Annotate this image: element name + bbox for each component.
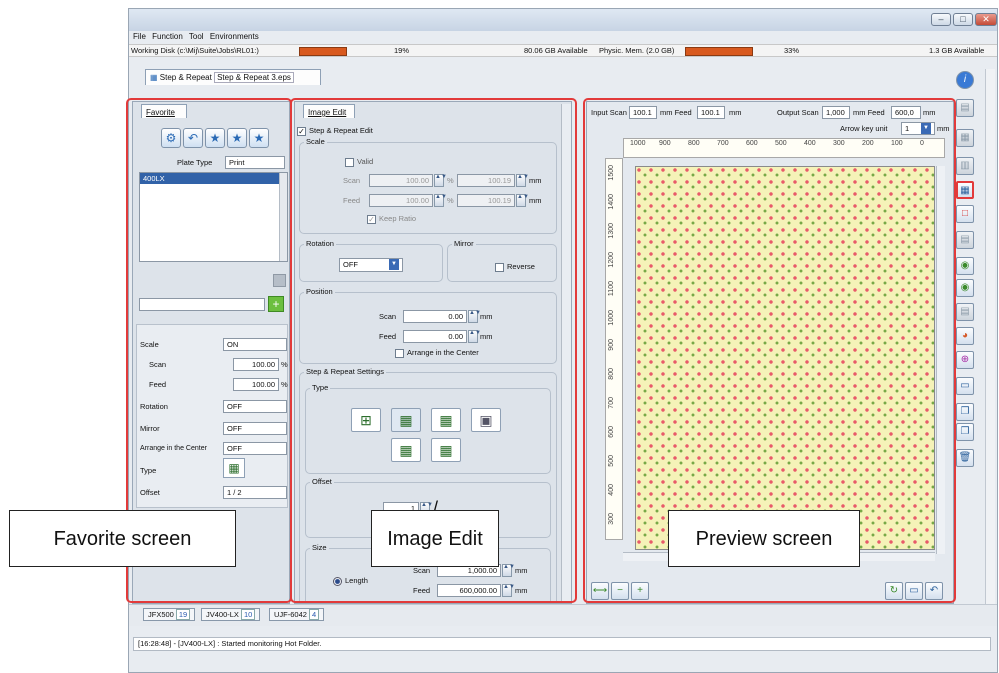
- mem-percent: 33%: [784, 46, 800, 55]
- print-setup-icon[interactable]: ▭: [956, 377, 974, 395]
- printer-tab-jfx500[interactable]: JFX500 19: [143, 608, 196, 621]
- right-toolbar: i ▤ ▦ ▥ ▦ □ ▤ ◉ ◉ ▤ ◕ ⊕ ▭ ❐ ❐ 🗑: [956, 67, 980, 607]
- resource-status: Working Disk (c:\Mij\Suite\Jobs\RL01:) 1…: [129, 44, 997, 57]
- main-scrollbar[interactable]: [985, 69, 995, 605]
- favorite-callout: Favorite screen: [9, 510, 236, 567]
- disk-available: 80.06 GB Available: [524, 46, 588, 55]
- color-wheel-icon[interactable]: ◕: [956, 327, 974, 345]
- job-tab-label: Step & Repeat: [159, 73, 212, 82]
- printer-tab-ujf6042[interactable]: UJF-6042 4: [269, 608, 325, 621]
- paste-icon[interactable]: ❐: [956, 423, 974, 441]
- copy-icon[interactable]: ❐: [956, 403, 974, 421]
- disk-usage-bar: [299, 47, 347, 56]
- printer-name: JV400-LX: [206, 610, 239, 619]
- color-adjust-icon[interactable]: ◉: [956, 257, 974, 275]
- printer-count: 10: [240, 609, 256, 620]
- image-edit-callout: Image Edit: [371, 510, 499, 567]
- menu-file[interactable]: File: [133, 32, 146, 41]
- minimize-button[interactable]: –: [931, 13, 951, 26]
- color-replace-icon[interactable]: ◉: [956, 279, 974, 297]
- mem-usage-bar: [685, 47, 753, 56]
- delete-icon[interactable]: 🗑: [956, 449, 974, 467]
- log-line: [16:28:48] - [JV400-LX] : Started monito…: [133, 637, 991, 651]
- tile-icon[interactable]: ▦: [956, 129, 974, 147]
- menu-function[interactable]: Function: [152, 32, 183, 41]
- layout-icon[interactable]: ▤: [956, 99, 974, 117]
- job-tab-file: Step & Repeat 3.eps: [214, 72, 294, 83]
- title-bar: – □ ✕: [129, 9, 997, 31]
- printer-name: JFX500: [148, 610, 174, 619]
- preview-callout: Preview screen: [668, 510, 860, 567]
- step-repeat-icon: ▦: [150, 73, 158, 82]
- stack-icon[interactable]: ▤: [956, 303, 974, 321]
- printer-tab-row: JFX500 19 JV400-LX 10 UJF-6042 4: [129, 604, 997, 626]
- split-icon[interactable]: ▥: [956, 157, 974, 175]
- spot-color-icon[interactable]: ⊕: [956, 351, 974, 369]
- working-disk-label: Working Disk (c:\Mij\Suite\Jobs\RL01:): [131, 46, 259, 55]
- menu-environments[interactable]: Environments: [210, 32, 259, 41]
- printer-count: 4: [308, 609, 320, 620]
- info-icon[interactable]: i: [956, 71, 974, 89]
- printer-count: 19: [175, 609, 191, 620]
- mem-available: 1.3 GB Available: [929, 46, 985, 55]
- printer-tab-jv400lx[interactable]: JV400-LX 10: [201, 608, 261, 621]
- menu-bar: File Function Tool Environments: [129, 31, 997, 43]
- crop-icon[interactable]: □: [956, 205, 974, 223]
- menu-tool[interactable]: Tool: [189, 32, 204, 41]
- maximize-button[interactable]: □: [953, 13, 973, 26]
- step-repeat-tool-icon[interactable]: ▦: [956, 181, 974, 199]
- job-tab[interactable]: ▦ Step & Repeat Step & Repeat 3.eps: [145, 69, 321, 85]
- disk-percent: 19%: [394, 46, 410, 55]
- layer-icon[interactable]: ▤: [956, 231, 974, 249]
- printer-name: UJF-6042: [274, 610, 307, 619]
- physic-mem-label: Physic. Mem. (2.0 GB): [599, 46, 675, 55]
- job-tab-row: ▦ Step & Repeat Step & Repeat 3.eps: [129, 59, 997, 97]
- close-button[interactable]: ✕: [975, 13, 997, 26]
